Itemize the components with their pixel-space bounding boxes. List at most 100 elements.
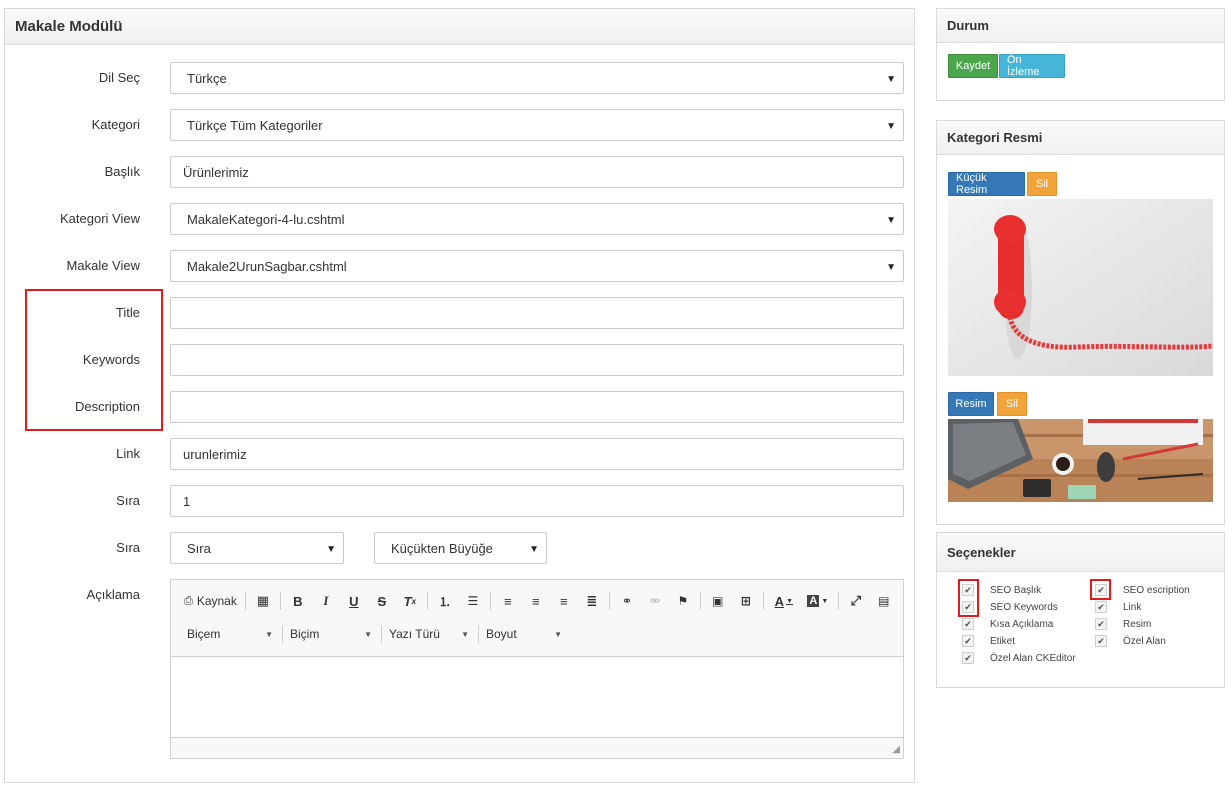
options-panel-title: Seçenekler (937, 533, 1224, 572)
heading-input-value: Ürünlerimiz (183, 164, 249, 180)
numbered-list-icon[interactable]: ⒈ (433, 590, 457, 612)
red-telephone-image (948, 199, 1213, 376)
seo-description-input[interactable] (170, 391, 904, 423)
language-select[interactable]: Türkçe ▼ (170, 62, 904, 94)
sort-field-select[interactable]: Sıra ▼ (170, 532, 344, 564)
bulleted-list-icon[interactable]: ☰ (461, 590, 485, 612)
editor-toolbar-row-1: ⎙ Kaynak ▦ B I U S Tx ⒈ ☰ ≡ ≡ ≡ ≣ ⚭ ⚮ ⚑ ▣… (179, 587, 898, 615)
italic-icon[interactable]: I (314, 590, 338, 612)
underline-icon[interactable]: U (342, 590, 366, 612)
order-input-value: 1 (183, 493, 191, 509)
align-center-icon[interactable]: ≡ (524, 590, 548, 612)
format-combo[interactable]: Biçim ▼ (286, 623, 378, 645)
size-combo[interactable]: Boyut ▼ (482, 623, 568, 645)
seo-keywords-input[interactable] (170, 344, 904, 376)
show-blocks-icon[interactable]: ▤ (872, 590, 896, 612)
font-combo[interactable]: Yazı Türü ▼ (385, 623, 475, 645)
sort-direction-select[interactable]: Küçükten Büyüğe ▼ (374, 532, 547, 564)
category-select-value: Türkçe Tüm Kategoriler (187, 117, 323, 133)
chevron-down-icon: ▼ (461, 629, 469, 639)
category-view-select[interactable]: MakaleKategori-4-lu.cshtml ▼ (170, 203, 904, 235)
source-button[interactable]: ⎙ Kaynak (181, 590, 240, 612)
image-button[interactable]: Resim (948, 392, 994, 416)
caret-down-icon: ▼ (886, 262, 896, 273)
toolbar-separator (426, 592, 428, 610)
sort-label: Sıra (116, 540, 140, 555)
order-input[interactable]: 1 (170, 485, 904, 517)
unlink-icon[interactable]: ⚮ (643, 590, 667, 612)
seo-checkbox-highlight-left (958, 579, 979, 617)
align-left-icon[interactable]: ≡ (496, 590, 520, 612)
option-custom-field[interactable]: ✔ Özel Alan (1095, 635, 1166, 647)
caret-down-icon: ▼ (529, 544, 539, 555)
align-justify-icon[interactable]: ≣ (580, 590, 604, 612)
desk-workspace-image (948, 419, 1213, 502)
font-combo-label: Yazı Türü (389, 627, 440, 641)
link-input[interactable]: urunlerimiz (170, 438, 904, 470)
align-right-icon[interactable]: ≡ (552, 590, 576, 612)
maximize-icon[interactable]: ⤢ (844, 590, 868, 612)
checkbox-check-icon[interactable]: ✔ (1095, 635, 1107, 647)
select-all-icon[interactable]: ▦ (251, 590, 275, 612)
article-view-select[interactable]: Makale2UrunSagbar.cshtml ▼ (170, 250, 904, 282)
background-color-icon[interactable]: A ▼ (803, 590, 833, 612)
category-image-panel: Kategori Resmi Küçük Resim Sil Resim Sil (936, 120, 1225, 525)
link-label: Link (116, 446, 140, 461)
option-custom-field-ckeditor[interactable]: ✔ Özel Alan CKEditor (962, 652, 1076, 664)
checkbox-check-icon[interactable]: ✔ (962, 652, 974, 664)
toolbar-separator (279, 592, 281, 610)
small-image-button[interactable]: Küçük Resim (948, 172, 1025, 196)
link-input-value: urunlerimiz (183, 446, 247, 462)
delete-small-image-button[interactable]: Sil (1027, 172, 1057, 196)
seo-title-input[interactable] (170, 297, 904, 329)
anchor-flag-icon[interactable]: ⚑ (671, 590, 695, 612)
editor-toolbar-row-2: Biçem ▼ Biçim ▼ Yazı Türü ▼ Boyut ▼ (183, 620, 568, 648)
language-label: Dil Seç (98, 70, 140, 85)
checkbox-check-icon[interactable]: ✔ (1095, 618, 1107, 630)
save-button[interactable]: Kaydet (948, 54, 998, 78)
checkbox-check-icon[interactable]: ✔ (1095, 601, 1107, 613)
checkbox-check-icon[interactable]: ✔ (962, 635, 974, 647)
heading-input[interactable]: Ürünlerimiz (170, 156, 904, 188)
link-icon[interactable]: ⚭ (615, 590, 639, 612)
option-label: SEO Keywords (990, 601, 1058, 613)
option-image[interactable]: ✔ Resim (1095, 618, 1151, 630)
option-short-description[interactable]: ✔ Kısa Açıklama (962, 618, 1053, 630)
sort-field-value: Sıra (187, 540, 211, 556)
strikethrough-icon[interactable]: S (370, 590, 394, 612)
remove-format-icon[interactable]: Tx (398, 590, 422, 612)
category-select[interactable]: Türkçe Tüm Kategoriler ▼ (170, 109, 904, 141)
image-icon[interactable]: ▣ (706, 590, 730, 612)
category-view-value: MakaleKategori-4-lu.cshtml (187, 211, 345, 227)
article-module-panel: Makale Modülü Dil Seç Türkçe ▼ Kategori T… (4, 8, 915, 783)
option-tag[interactable]: ✔ Etiket (962, 635, 1015, 647)
styles-combo[interactable]: Biçem ▼ (183, 623, 279, 645)
seo-keywords-label: Keywords (82, 352, 140, 367)
chevron-down-icon: ▼ (265, 629, 273, 639)
text-color-icon[interactable]: A ▼ (769, 590, 799, 612)
editor-content-area[interactable] (171, 656, 903, 738)
option-label: SEO escription (1123, 584, 1190, 596)
delete-image-button[interactable]: Sil (997, 392, 1027, 416)
option-link[interactable]: ✔ Link (1095, 601, 1141, 613)
option-label: Özel Alan (1123, 635, 1166, 647)
preview-button[interactable]: Ön İzleme (999, 54, 1065, 78)
option-label: Etiket (990, 635, 1016, 647)
toolbar-separator (478, 625, 479, 643)
toolbar-separator (381, 625, 382, 643)
toolbar-separator (699, 592, 701, 610)
option-label: Özel Alan CKEditor (990, 652, 1076, 664)
resize-handle-icon[interactable]: ◢ (892, 744, 900, 755)
article-view-value: Makale2UrunSagbar.cshtml (187, 258, 347, 274)
bold-icon[interactable]: B (286, 590, 310, 612)
styles-combo-label: Biçem (187, 627, 221, 641)
checkbox-check-icon[interactable]: ✔ (962, 618, 974, 630)
seo-description-label: Description (74, 399, 140, 414)
seo-checkbox-highlight-right (1090, 579, 1111, 600)
small-image-preview (948, 199, 1213, 376)
table-icon[interactable]: ⊞ (734, 590, 758, 612)
chevron-down-icon: ▼ (554, 629, 562, 639)
options-panel: Seçenekler ✔ SEO Başlık ✔ SEO Keywords ✔ Kı… (936, 532, 1225, 688)
option-label: Link (1123, 601, 1142, 613)
article-view-label: Makale View (66, 258, 140, 273)
